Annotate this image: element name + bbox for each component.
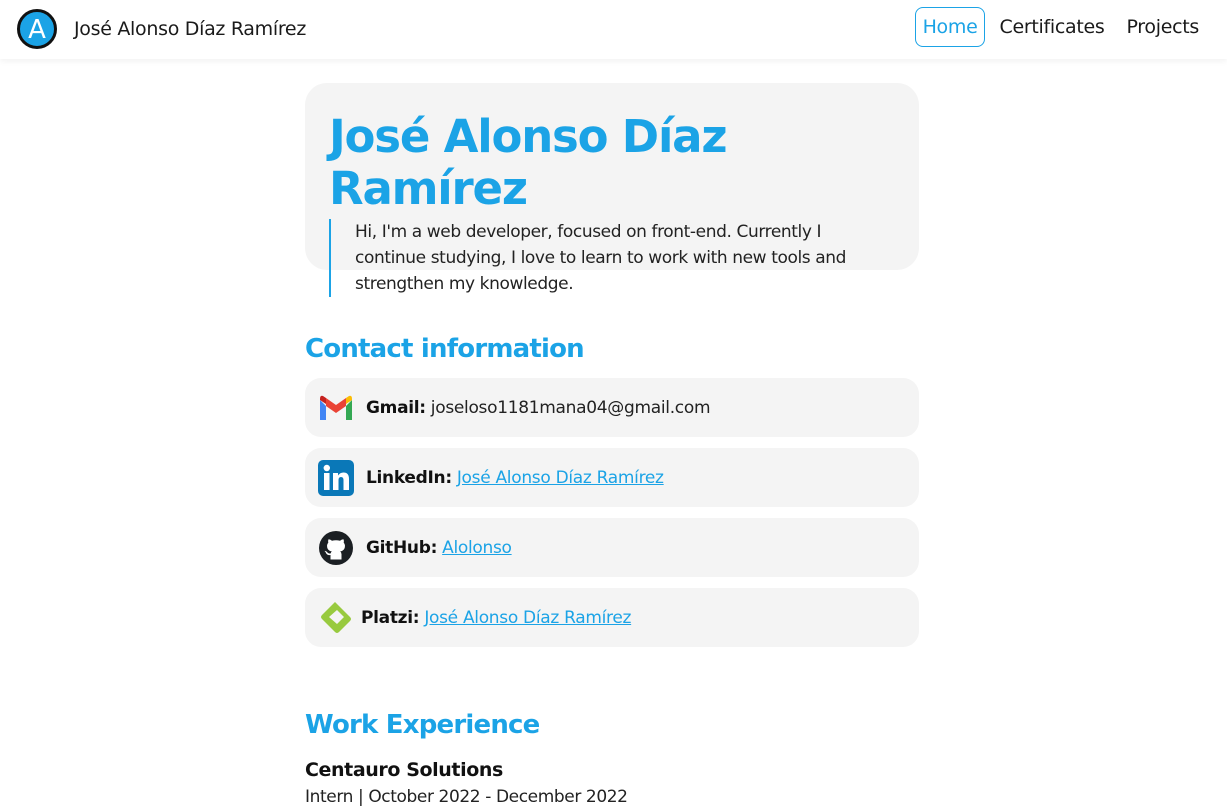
contact-label: Gmail:: [366, 397, 426, 418]
nav-menu: Home Certificates Projects: [909, 7, 1207, 47]
nav-link-projects[interactable]: Projects: [1118, 7, 1207, 47]
contact-list: Gmail: joseloso1181mana04@gmail.com Link…: [305, 378, 919, 658]
brand[interactable]: A José Alonso Díaz Ramírez: [16, 8, 306, 50]
brand-name: José Alonso Díaz Ramírez: [74, 18, 306, 40]
hero-name: José Alonso Díaz Ramírez: [329, 110, 728, 215]
work-title: Work Experience: [305, 710, 540, 740]
navbar: A José Alonso Díaz Ramírez Home Certific…: [0, 0, 1227, 59]
gmail-icon: [317, 389, 355, 427]
contact-label: Platzi:: [361, 607, 420, 628]
svg-text:A: A: [28, 15, 46, 45]
nav-link-home[interactable]: Home: [914, 7, 986, 47]
nav-link-certificates[interactable]: Certificates: [991, 7, 1112, 47]
contact-label: GitHub:: [366, 537, 438, 558]
work-company: Centauro Solutions: [305, 759, 503, 781]
contact-value-gmail: joseloso1181mana04@gmail.com: [430, 397, 711, 418]
contact-item-gmail: Gmail: joseloso1181mana04@gmail.com: [305, 378, 919, 437]
linkedin-icon: [317, 459, 355, 497]
hero-card: José Alonso Díaz Ramírez Hi, I'm a web d…: [305, 83, 919, 297]
contact-item-github: GitHub: Alolonso: [305, 518, 919, 577]
work-role: Intern | October 2022 - December 2022: [305, 787, 628, 807]
contact-link-linkedin[interactable]: José Alonso Díaz Ramírez: [457, 468, 664, 488]
main-content: José Alonso Díaz Ramírez Hi, I'm a web d…: [305, 83, 919, 807]
platzi-icon: [317, 599, 355, 637]
contact-title: Contact information: [305, 334, 585, 364]
contact-link-platzi[interactable]: José Alonso Díaz Ramírez: [424, 608, 631, 628]
contact-label: LinkedIn:: [366, 467, 452, 488]
github-icon: [317, 529, 355, 567]
contact-link-github[interactable]: Alolonso: [442, 538, 512, 558]
contact-item-linkedin: LinkedIn: José Alonso Díaz Ramírez: [305, 448, 919, 507]
contact-item-platzi: Platzi: José Alonso Díaz Ramírez: [305, 588, 919, 647]
brand-logo-icon: A: [17, 9, 57, 49]
hero-bio: Hi, I'm a web developer, focused on fron…: [329, 219, 895, 297]
